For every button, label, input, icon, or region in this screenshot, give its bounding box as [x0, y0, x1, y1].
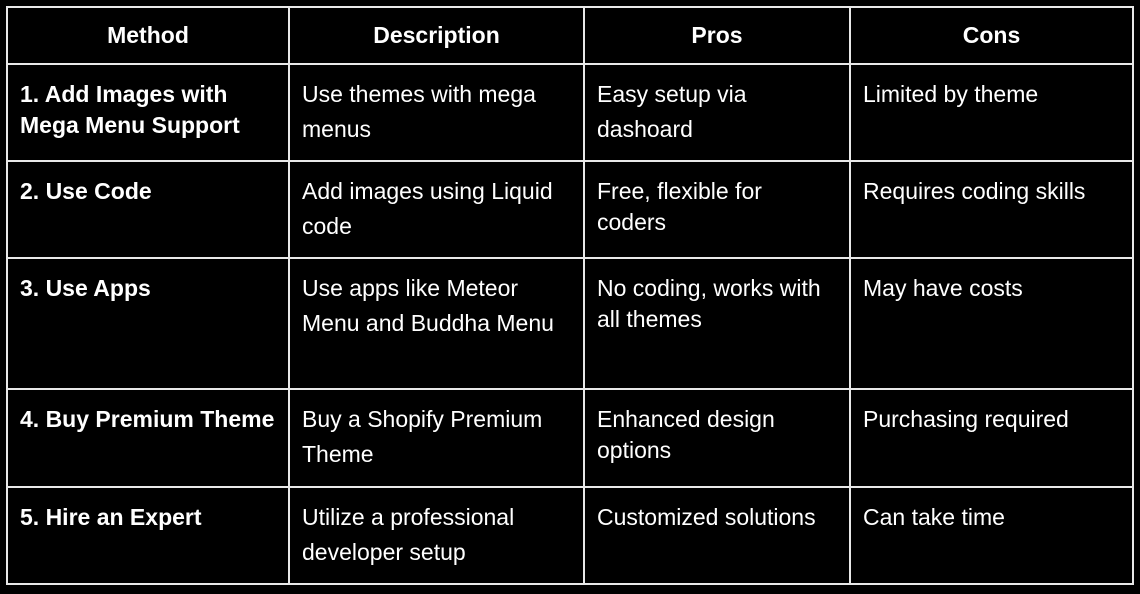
method-cell: 4. Buy Premium Theme: [6, 388, 290, 488]
pros-cell: Easy setup via dashoard: [583, 63, 851, 162]
cons-cell: Purchasing required: [849, 388, 1134, 488]
table-row: 2. Use Code Add images using Liquid code…: [6, 160, 1134, 259]
pros-cell: No coding, works with all themes: [583, 257, 851, 390]
header-method: Method: [6, 6, 290, 65]
comparison-table: Method Description Pros Cons 1. Add Imag…: [6, 6, 1134, 585]
header-pros: Pros: [583, 6, 851, 65]
method-cell: 3. Use Apps: [6, 257, 290, 390]
method-cell: 5. Hire an Expert: [6, 486, 290, 585]
table-row: 1. Add Images with Mega Menu Support Use…: [6, 63, 1134, 162]
table-row: 5. Hire an Expert Utilize a professional…: [6, 486, 1134, 585]
pros-cell: Free, flexible for coders: [583, 160, 851, 259]
cons-cell: Can take time: [849, 486, 1134, 585]
description-cell: Use themes with mega menus: [288, 63, 585, 162]
cons-cell: May have costs: [849, 257, 1134, 390]
header-cons: Cons: [849, 6, 1134, 65]
description-cell: Use apps like Meteor Menu and Buddha Men…: [288, 257, 585, 390]
table-row: 3. Use Apps Use apps like Meteor Menu an…: [6, 257, 1134, 390]
cons-cell: Limited by theme: [849, 63, 1134, 162]
method-cell: 1. Add Images with Mega Menu Support: [6, 63, 290, 162]
method-cell: 2. Use Code: [6, 160, 290, 259]
table-row: 4. Buy Premium Theme Buy a Shopify Premi…: [6, 388, 1134, 488]
pros-cell: Enhanced design options: [583, 388, 851, 488]
cons-cell: Requires coding skills: [849, 160, 1134, 259]
header-description: Description: [288, 6, 585, 65]
description-cell: Add images using Liquid code: [288, 160, 585, 259]
description-cell: Buy a Shopify Premium Theme: [288, 388, 585, 488]
description-cell: Utilize a professional developer setup: [288, 486, 585, 585]
header-row: Method Description Pros Cons: [6, 6, 1134, 65]
pros-cell: Customized solutions: [583, 486, 851, 585]
